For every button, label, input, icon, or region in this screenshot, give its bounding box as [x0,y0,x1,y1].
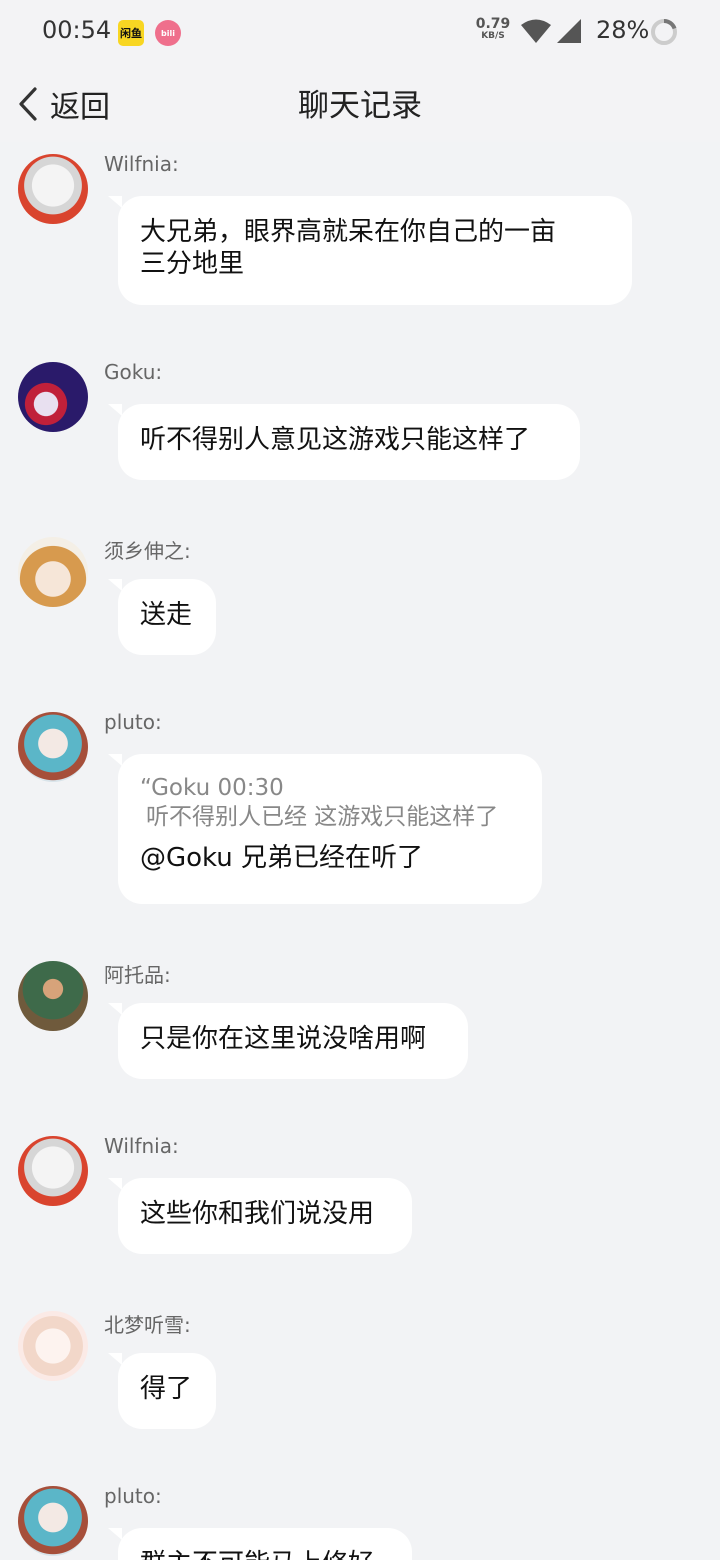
message-text: 听不得别人意见这游戏只能这样了 [140,425,531,455]
avatar[interactable] [18,712,88,782]
message-bubble[interactable]: 群主不可能马上修好 [108,1528,412,1560]
message-text: 群主不可能马上修好 [140,1548,390,1560]
network-speed-unit: KB/S [481,31,505,41]
app-notification-icon: 闲鱼 [118,20,144,46]
avatar[interactable] [18,961,88,1031]
avatar[interactable] [18,1311,88,1381]
sender-name: 阿托品: [104,963,171,987]
status-time: 00:54 [42,16,112,44]
message-bubble[interactable]: “Goku 00:30 听不得别人已经 这游戏只能这样了 @Goku 兄弟已经在… [108,754,542,904]
message-text: 大兄弟，眼界高就呆在你自己的一亩 [140,217,557,247]
message-bubble[interactable]: 大兄弟，眼界高就呆在你自己的一亩 三分地里 [108,196,632,305]
message-bubble[interactable]: 送走 [108,579,216,655]
message-text: @Goku 兄弟已经在听了 [140,843,424,873]
header: 返回 聊天记录 [0,66,720,142]
battery-icon [651,18,677,45]
message-text: 得了 [140,1374,193,1404]
sender-name: pluto: [104,710,162,734]
wifi-icon [521,19,551,43]
message-bubble[interactable]: 得了 [108,1353,216,1429]
sender-name: Wilfnia: [104,152,179,176]
network-speed: 0.79 KB/S [474,17,512,41]
avatar[interactable] [18,362,88,432]
sender-name: Goku: [104,360,163,384]
sender-name: 须乡伸之: [104,539,191,563]
message-text: 送走 [140,600,193,630]
sender-name: Wilfnia: [104,1134,179,1158]
chat-list[interactable]: Wilfnia: 大兄弟，眼界高就呆在你自己的一亩 三分地里 Goku: 听不得… [0,142,720,1560]
signal-icon [557,19,581,43]
avatar[interactable] [18,1486,88,1556]
message-bubble[interactable]: 只是你在这里说没啥用啊 [108,1003,468,1079]
message-text: 只是你在这里说没啥用啊 [140,1024,427,1054]
network-speed-value: 0.79 [475,16,511,32]
bilibili-notification-icon: bili [155,20,181,46]
battery-percentage: 28% [596,16,650,44]
status-bar: 00:54 闲鱼 bili 0.79 KB/S 28% [0,0,720,66]
message-text: 三分地里 [140,249,245,279]
message-bubble[interactable]: 听不得别人意见这游戏只能这样了 [108,404,580,480]
avatar[interactable] [18,537,88,607]
sender-name: 北梦听雪: [104,1313,191,1337]
quote-header: “Goku 00:30 [140,775,284,801]
message-text: 这些你和我们说没用 [140,1199,375,1229]
avatar[interactable] [18,1136,88,1206]
sender-name: pluto: [104,1484,162,1508]
avatar[interactable] [18,154,88,224]
quote-text: 听不得别人已经 这游戏只能这样了 [146,804,499,830]
message-bubble[interactable]: 这些你和我们说没用 [108,1178,412,1254]
page-title: 聊天记录 [298,88,422,124]
